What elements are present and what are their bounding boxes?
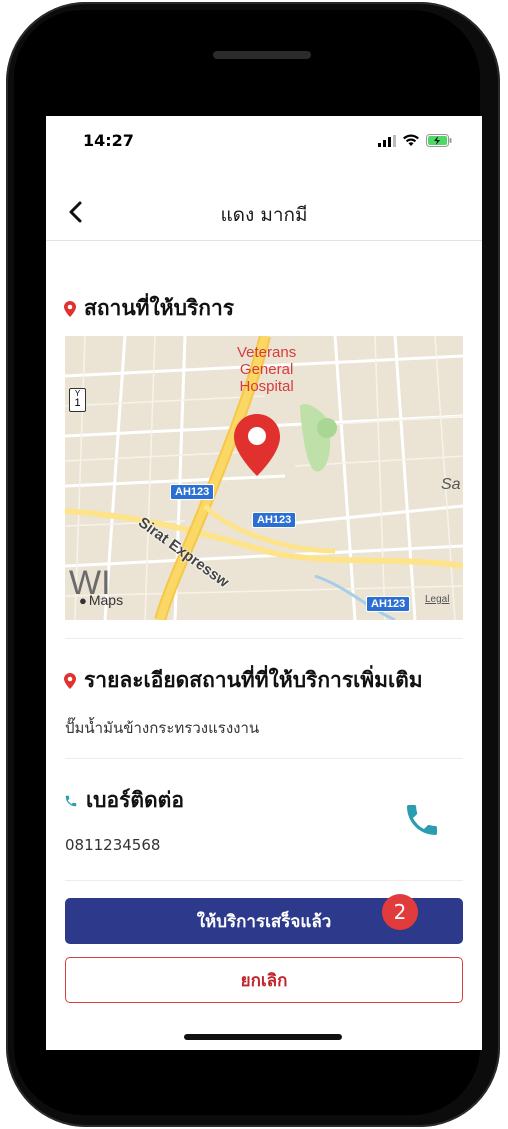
status-icons [378,134,452,147]
call-button[interactable] [402,800,442,840]
home-indicator [184,1034,342,1040]
phone-number: 0811234568 [65,836,161,854]
route-shield-3: AH123 [366,596,411,612]
details-title: รายละเอียดสถานที่ที่ให้บริการเพิ่มเติม [84,668,423,692]
map-poi-line2: General [239,361,294,378]
phone-call-icon [407,805,437,835]
phone-icon [65,795,77,806]
battery-charging-icon [426,134,452,147]
apple-logo-icon: ● [79,592,87,608]
cancel-button[interactable]: ยกเลิก [65,957,463,1003]
map-poi-line3: Hospital [239,378,294,395]
wifi-icon [403,134,419,146]
map-location-marker-icon [234,414,280,476]
map-poi-label: Veterans General Hospital [237,344,296,395]
details-text: ปั๊มน้ำมันข้างกระทรวงแรงงาน [65,719,260,737]
divider [65,638,463,639]
map-attribution-text: Maps [88,592,124,608]
map-poi-line1: Veterans [237,344,297,361]
nav-bar: แดง มากมี [46,184,482,241]
signal-icon [378,134,396,147]
divider [65,758,463,759]
screen: 14:27 แดง มากมี สถานที่ให้บริการ Veteran… [46,116,482,1050]
service-location-title: สถานที่ให้บริการ [84,296,235,320]
location-map[interactable]: Veterans General Hospital AH123 AH123 AH… [65,336,463,620]
map-place-label: Sa [441,476,461,493]
details-heading: รายละเอียดสถานที่ที่ให้บริการเพิ่มเติม [64,664,423,697]
complete-service-label: ให้บริการเสร็จแล้ว [196,911,332,932]
cancel-label: ยกเลิก [240,970,288,991]
contact-heading: เบอร์ติดต่อ [64,784,184,817]
highway-shield-number: 1 [74,397,81,409]
contact-title: เบอร์ติดต่อ [86,788,184,812]
map-attribution: ● Maps [79,592,123,608]
status-time: 14:27 [83,131,134,150]
route-shield: AH123 [170,484,215,500]
divider [65,880,463,881]
location-pin-icon [64,300,76,317]
page-title: แดง มากมี [220,204,308,226]
speaker-grille [213,51,311,59]
route-shield-2: AH123 [252,512,297,528]
map-legal-link[interactable]: Legal [425,594,449,605]
step-badge: 2 [382,894,418,930]
service-location-heading: สถานที่ให้บริการ [64,292,234,325]
highway-shield: Y 1 [69,388,86,412]
location-pin-icon [64,672,76,689]
